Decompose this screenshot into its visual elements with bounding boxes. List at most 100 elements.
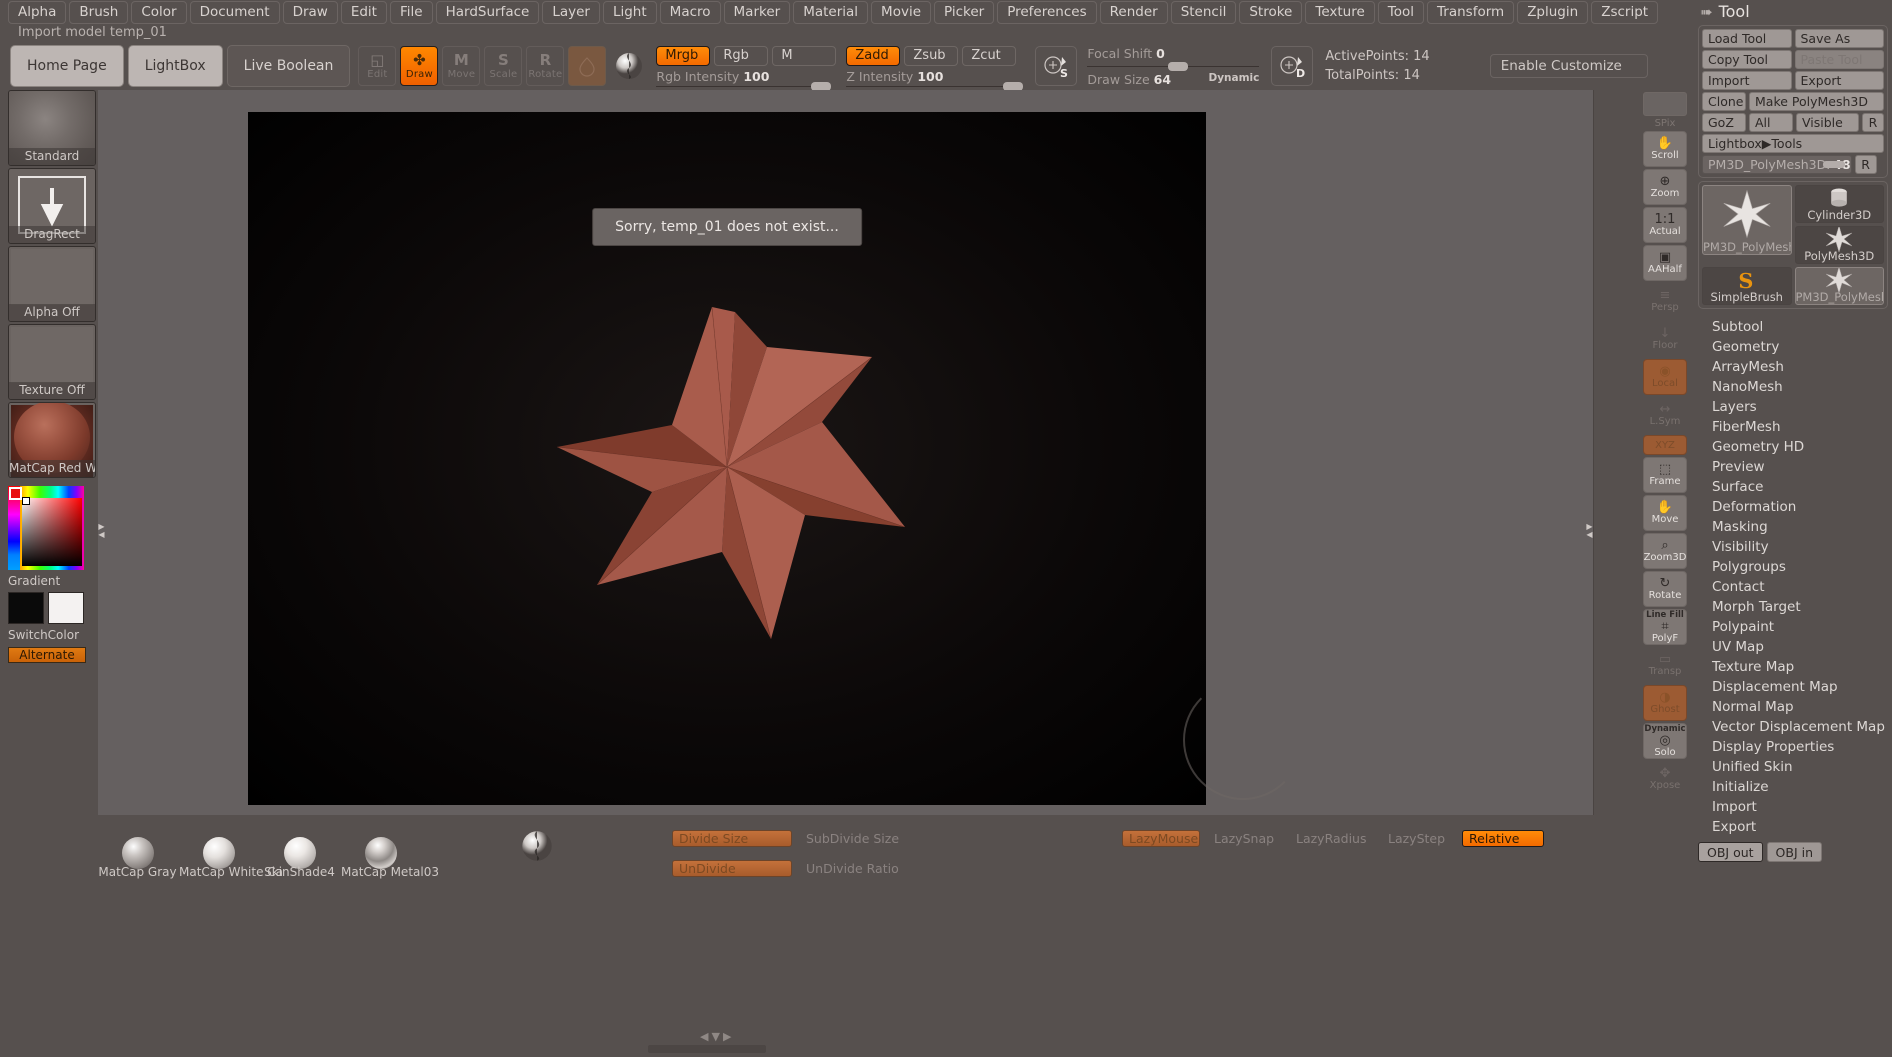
strip-button-xpose[interactable]: ✥ Xpose: [1643, 761, 1687, 797]
tool-section-nanomesh[interactable]: NanoMesh: [1708, 377, 1892, 397]
tool-section-fibermesh[interactable]: FiberMesh: [1708, 417, 1892, 437]
tool-thumbnail-pm3d-polymesh[interactable]: PM3D_PolyMesh: [1794, 267, 1884, 305]
menu-item-draw[interactable]: Draw: [282, 1, 338, 24]
relative-toggle[interactable]: Relative: [1462, 830, 1544, 847]
undivide-slider[interactable]: UnDivide: [672, 860, 792, 877]
saturation-value-area[interactable]: [22, 498, 82, 566]
load-tool-button[interactable]: Load Tool: [1702, 29, 1792, 48]
strip-button-zoom3d[interactable]: ⌕ Zoom3D: [1643, 533, 1687, 569]
strip-button-polyf[interactable]: Line Fill ⌗ PolyF: [1643, 609, 1687, 645]
menu-item-light[interactable]: Light: [602, 1, 657, 24]
lazy-step-slider[interactable]: LazyStep: [1382, 830, 1458, 847]
tool-section-export[interactable]: Export: [1708, 817, 1892, 837]
material-cell-matcap-white-ca[interactable]: MatCap White Ca: [179, 823, 283, 879]
stroke-palette-cell[interactable]: DragRect: [8, 168, 96, 244]
tool-section-initialize[interactable]: Initialize: [1708, 777, 1892, 797]
material-palette-cell[interactable]: MatCap Red Wa: [8, 402, 96, 478]
copy-tool-button[interactable]: Copy Tool: [1702, 50, 1792, 69]
menu-item-brush[interactable]: Brush: [69, 1, 129, 24]
tool-section-unified-skin[interactable]: Unified Skin: [1708, 757, 1892, 777]
horizontal-scrollbar[interactable]: [648, 1045, 766, 1053]
mode-button-edit[interactable]: ◱ Edit: [358, 46, 397, 86]
menu-item-stroke[interactable]: Stroke: [1239, 1, 1303, 24]
brush-palette-cell[interactable]: Standard: [8, 90, 96, 166]
secondary-color-white[interactable]: [48, 592, 84, 624]
mode-button-rotate[interactable]: R Rotate: [526, 46, 565, 86]
primary-color-black[interactable]: [8, 592, 44, 624]
tool-section-geometry-hd[interactable]: Geometry HD: [1708, 437, 1892, 457]
strip-button-ghost[interactable]: ◑ Ghost: [1643, 685, 1687, 721]
goz-button[interactable]: GoZ: [1702, 113, 1746, 132]
strip-button-floor[interactable]: ↓ Floor: [1643, 321, 1687, 357]
mrgb-toggle[interactable]: Mrgb: [656, 45, 711, 66]
spix-preview[interactable]: [1643, 92, 1687, 116]
menu-item-hardsurface[interactable]: HardSurface: [435, 1, 540, 24]
zcut-toggle[interactable]: Zcut: [962, 45, 1017, 66]
strip-button-zoom[interactable]: ⊕ Zoom: [1643, 169, 1687, 205]
lightbox-tools-button[interactable]: Lightbox▶Tools: [1702, 134, 1884, 153]
tool-section-displacement-map[interactable]: Displacement Map: [1708, 677, 1892, 697]
visible-button[interactable]: Visible: [1796, 113, 1859, 132]
tool-section-preview[interactable]: Preview: [1708, 457, 1892, 477]
bottom-brush-sphere[interactable]: [520, 829, 554, 863]
home-page-button[interactable]: Home Page: [10, 45, 124, 87]
strip-button-frame[interactable]: ⬚ Frame: [1643, 457, 1687, 493]
menu-item-stencil[interactable]: Stencil: [1170, 1, 1237, 24]
rgb-intensity-slider[interactable]: Rgb Intensity 100: [656, 69, 832, 91]
zadd-toggle[interactable]: Zadd: [846, 45, 901, 66]
rgb-toggle[interactable]: Rgb: [714, 45, 769, 66]
strip-button-move[interactable]: ✋ Move: [1643, 495, 1687, 531]
strip-button-solo[interactable]: Dynamic ◎ Solo: [1643, 723, 1687, 759]
canvas-right-tray-toggle[interactable]: ▶ ◀: [1586, 515, 1593, 547]
enable-customize-button[interactable]: Enable Customize: [1489, 54, 1648, 78]
menu-item-zscript[interactable]: Zscript: [1591, 1, 1659, 24]
undivide-ratio-label[interactable]: UnDivide Ratio: [800, 860, 940, 877]
tool-section-normal-map[interactable]: Normal Map: [1708, 697, 1892, 717]
m-toggle[interactable]: M: [772, 45, 837, 66]
lazy-mouse-toggle[interactable]: LazyMouse: [1122, 830, 1200, 847]
menu-item-macro[interactable]: Macro: [659, 1, 721, 24]
clone-button[interactable]: Clone: [1702, 92, 1746, 111]
current-material-swatch[interactable]: [568, 46, 607, 86]
zsub-toggle[interactable]: Zsub: [904, 45, 959, 66]
left-arrow-icon[interactable]: ◀: [700, 1030, 708, 1043]
menu-item-render[interactable]: Render: [1099, 1, 1168, 24]
current-brush-sphere[interactable]: [610, 46, 648, 86]
import-button[interactable]: Import: [1702, 71, 1792, 90]
tool-section-surface[interactable]: Surface: [1708, 477, 1892, 497]
all-button[interactable]: All: [1749, 113, 1793, 132]
current-color-swatch[interactable]: [9, 487, 22, 500]
star-model[interactable]: [527, 267, 927, 667]
divide-size-slider[interactable]: Divide Size: [672, 830, 792, 847]
tool-section-display-properties[interactable]: Display Properties: [1708, 737, 1892, 757]
tool-section-visibility[interactable]: Visibility: [1708, 537, 1892, 557]
subdivide-size-label[interactable]: SubDivide Size: [800, 830, 940, 847]
tool-section-masking[interactable]: Masking: [1708, 517, 1892, 537]
tool-section-subtool[interactable]: Subtool: [1708, 317, 1892, 337]
texture-palette-cell[interactable]: Texture Off: [8, 324, 96, 400]
canvas-area[interactable]: Sorry, temp_01 does not exist... ▶ ◀ ▶ ◀: [98, 90, 1594, 815]
menu-item-document[interactable]: Document: [189, 1, 280, 24]
lazy-snap-toggle[interactable]: LazySnap: [1208, 830, 1284, 847]
menu-item-material[interactable]: Material: [793, 1, 869, 24]
focal-shift-track[interactable]: [1087, 61, 1260, 71]
strip-button-rotate[interactable]: ↻ Rotate: [1643, 571, 1687, 607]
tool-section-geometry[interactable]: Geometry: [1708, 337, 1892, 357]
down-arrow-icon-bottom[interactable]: ▼: [711, 1030, 719, 1043]
menu-item-color[interactable]: Color: [131, 1, 187, 24]
goz-r-button[interactable]: R: [1862, 113, 1884, 132]
strip-button-xyz[interactable]: XYZ: [1643, 435, 1687, 455]
polymesh-slider[interactable]: PM3D_PolyMesh3D. 48: [1702, 155, 1852, 174]
menu-item-texture[interactable]: Texture: [1305, 1, 1375, 24]
live-boolean-button[interactable]: Live Boolean: [226, 45, 351, 87]
brush-size-s-button[interactable]: S: [1035, 46, 1078, 86]
brush-size-d-button[interactable]: D: [1271, 46, 1314, 86]
obj-in-button[interactable]: OBJ in: [1766, 842, 1823, 862]
right-arrow-icon[interactable]: ▶: [723, 1030, 731, 1043]
tool-section-vector-displacement-map[interactable]: Vector Displacement Map: [1708, 717, 1892, 737]
mode-button-move[interactable]: M Move: [442, 46, 481, 86]
tool-section-polygroups[interactable]: Polygroups: [1708, 557, 1892, 577]
menu-item-preferences[interactable]: Preferences: [997, 1, 1097, 24]
polymesh-r-button[interactable]: R: [1854, 155, 1877, 174]
tool-section-arraymesh[interactable]: ArrayMesh: [1708, 357, 1892, 377]
